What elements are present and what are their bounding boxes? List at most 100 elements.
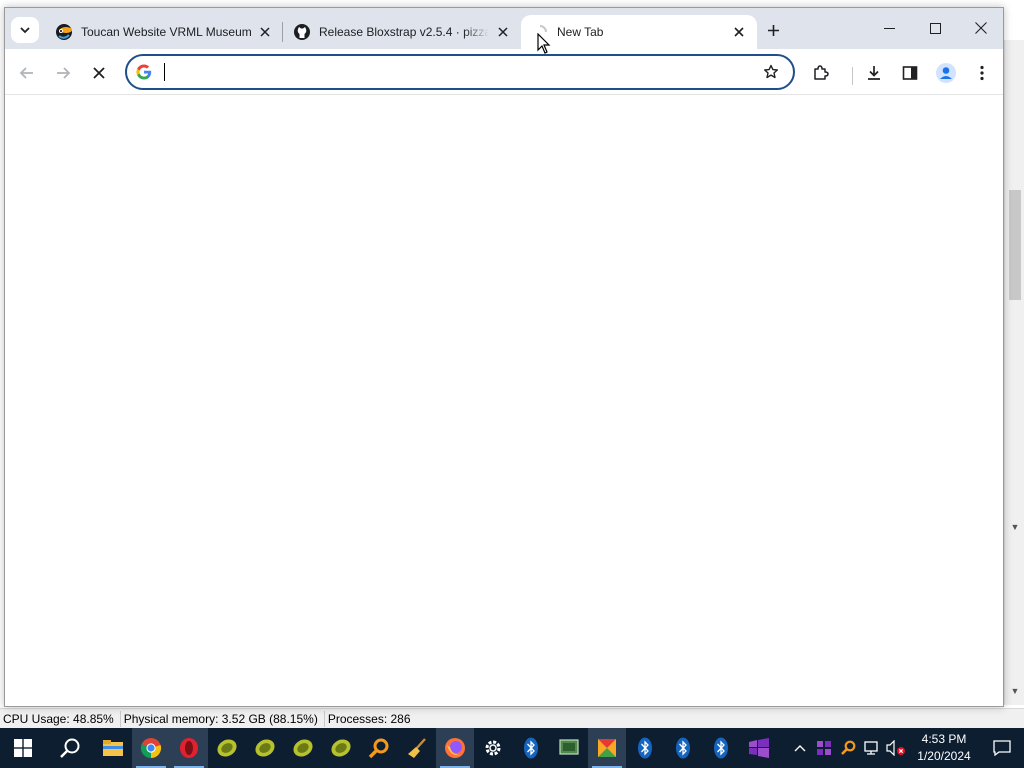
more-vertical-icon	[980, 65, 984, 81]
arrow-right-icon	[57, 67, 71, 79]
close-tab-icon[interactable]	[731, 24, 747, 40]
github-icon	[293, 23, 311, 41]
tab-toucan[interactable]: Toucan Website VRML Museum	[45, 15, 283, 49]
tray-app-button[interactable]	[812, 728, 836, 768]
extensions-button[interactable]	[807, 59, 835, 87]
new-tab-button[interactable]	[761, 18, 785, 42]
bluetooth-icon	[676, 737, 690, 759]
browser-toolbar	[5, 49, 1003, 95]
cpu-usage-text: CPU Usage: 48.85%	[0, 710, 121, 727]
close-tab-icon[interactable]	[257, 24, 273, 40]
forward-button[interactable]	[49, 59, 77, 87]
file-explorer-taskbar-item[interactable]	[94, 728, 132, 768]
system-tray: 4:53 PM 1/20/2024	[788, 728, 1024, 768]
clock-date: 1/20/2024	[917, 749, 971, 763]
downloads-button[interactable]	[860, 59, 888, 87]
magnifier-app-icon	[841, 740, 856, 755]
tray-app-button[interactable]	[836, 728, 860, 768]
tab-title: New Tab	[557, 25, 604, 39]
minimize-icon	[883, 27, 895, 29]
kiwi-app-icon	[293, 739, 313, 757]
app-taskbar-item[interactable]	[246, 728, 284, 768]
minimize-button[interactable]	[866, 8, 912, 48]
chrome-icon	[140, 738, 162, 759]
bluetooth-taskbar-item[interactable]	[664, 728, 702, 768]
windows-taskbar: 4:53 PM 1/20/2024	[0, 728, 1024, 768]
settings-gear-icon	[485, 740, 501, 756]
search-icon	[60, 738, 80, 758]
toucan-icon	[55, 23, 73, 41]
show-hidden-icons-button[interactable]	[788, 728, 812, 768]
colorful-app-icon	[598, 739, 616, 757]
app-taskbar-item[interactable]	[208, 728, 246, 768]
opera-taskbar-item[interactable]	[170, 728, 208, 768]
tab-new-tab[interactable]: New Tab	[521, 15, 757, 49]
network-button[interactable]	[860, 728, 884, 768]
profile-button[interactable]	[932, 59, 960, 87]
side-panel-icon	[902, 66, 918, 80]
puzzle-piece-icon	[814, 65, 829, 80]
app-taskbar-item[interactable]	[322, 728, 360, 768]
tablet-app-icon	[559, 739, 579, 755]
back-button[interactable]	[13, 59, 41, 87]
background-scrollbar[interactable]: ▼ ▼	[1004, 40, 1024, 705]
bluetooth-taskbar-item[interactable]	[512, 728, 550, 768]
app-taskbar-item[interactable]	[588, 728, 626, 768]
tab-bloxstrap-release[interactable]: Release Bloxstrap v2.5.4 · pizzaboxer	[283, 15, 521, 49]
bookmark-star-icon[interactable]	[757, 58, 785, 86]
search-button[interactable]	[46, 728, 94, 768]
chevron-up-icon	[794, 745, 806, 752]
task-manager-status-bar: CPU Usage: 48.85% Physical memory: 3.52 …	[0, 708, 1024, 728]
chrome-taskbar-item[interactable]	[132, 728, 170, 768]
settings-taskbar-item[interactable]	[474, 728, 512, 768]
volume-muted-icon	[886, 740, 905, 756]
kiwi-app-icon	[255, 739, 275, 757]
toolbar-divider	[852, 67, 853, 85]
system-clock[interactable]: 4:53 PM 1/20/2024	[908, 731, 980, 765]
address-input[interactable]	[161, 58, 757, 86]
kiwi-app-icon	[331, 739, 351, 757]
chrome-menu-button[interactable]	[968, 59, 996, 87]
side-panel-button[interactable]	[896, 59, 924, 87]
scrollbar-thumb[interactable]	[1009, 190, 1021, 300]
kiwi-app-icon	[217, 739, 237, 757]
mouse-cursor-icon	[537, 33, 551, 54]
page-content-area[interactable]	[5, 95, 1003, 706]
app-taskbar-item[interactable]	[398, 728, 436, 768]
tab-search-button[interactable]	[11, 17, 39, 43]
purple-app-icon	[817, 741, 831, 755]
address-bar[interactable]	[125, 54, 795, 90]
bluetooth-icon	[524, 737, 538, 759]
scroll-down-arrow-icon[interactable]: ▼	[1005, 520, 1024, 534]
maximize-button[interactable]	[912, 8, 958, 48]
maximize-icon	[929, 22, 941, 34]
magnifier-app-icon	[368, 738, 389, 759]
opera-icon	[180, 738, 198, 758]
clock-time: 4:53 PM	[921, 732, 967, 746]
volume-button[interactable]	[884, 728, 908, 768]
chrome-window: Toucan Website VRML Museum Release Bloxs…	[4, 7, 1004, 707]
processes-count-text: Processes: 286	[327, 711, 411, 726]
close-tab-icon[interactable]	[495, 24, 511, 40]
app-taskbar-item[interactable]	[550, 728, 588, 768]
action-center-button[interactable]	[980, 728, 1024, 768]
arrow-left-icon	[19, 67, 33, 79]
bluetooth-taskbar-item[interactable]	[626, 728, 664, 768]
tab-strip: Toucan Website VRML Museum Release Bloxs…	[5, 8, 1003, 49]
start-button[interactable]	[0, 728, 46, 768]
app-taskbar-item[interactable]	[740, 728, 778, 768]
text-caret	[164, 63, 165, 81]
app-taskbar-item[interactable]	[284, 728, 322, 768]
notification-icon	[993, 740, 1011, 756]
close-window-button[interactable]	[958, 8, 1004, 48]
close-icon	[93, 67, 105, 79]
bluetooth-taskbar-item[interactable]	[702, 728, 740, 768]
tab-title: Toucan Website VRML Museum	[81, 25, 251, 39]
scroll-down-arrow-icon[interactable]: ▼	[1005, 684, 1024, 698]
stop-loading-button[interactable]	[85, 59, 113, 87]
app-taskbar-item[interactable]	[360, 728, 398, 768]
download-icon	[868, 66, 880, 80]
physical-memory-text: Physical memory: 3.52 GB (88.15%)	[121, 710, 325, 727]
windows-logo-icon	[14, 739, 32, 757]
firefox-taskbar-item[interactable]	[436, 728, 474, 768]
